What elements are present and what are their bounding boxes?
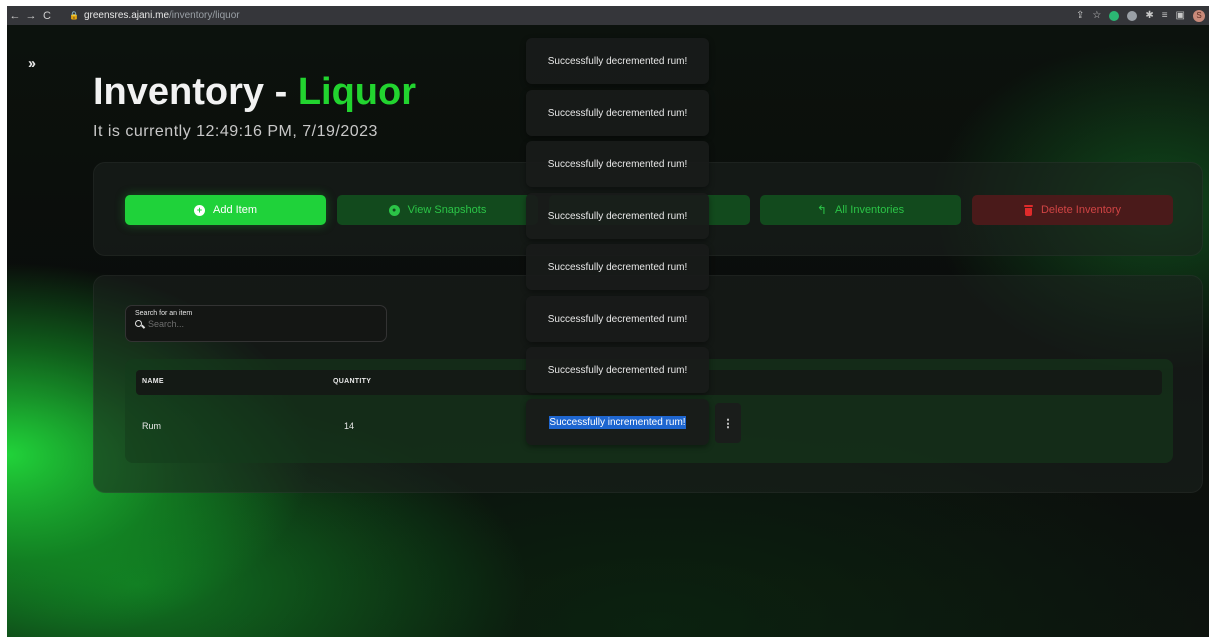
column-header-quantity[interactable]: QUANTITY: [333, 378, 371, 385]
extension-icon[interactable]: [1127, 10, 1138, 21]
add-item-button[interactable]: + Add Item: [125, 195, 326, 225]
plus-circle-icon: +: [193, 204, 205, 216]
forward-icon[interactable]: →: [23, 6, 39, 25]
puzzle-icon[interactable]: ✱: [1145, 10, 1153, 21]
side-panel-icon[interactable]: ▣: [1176, 10, 1185, 21]
back-icon[interactable]: ←: [7, 6, 23, 25]
search-input[interactable]: [148, 319, 368, 329]
share-icon[interactable]: ⇪: [1076, 10, 1084, 21]
toast-notification[interactable]: Successfully decremented rum!: [526, 193, 709, 239]
lock-icon: 🔒: [69, 11, 79, 20]
page-title: Inventory - Liquor: [93, 71, 417, 113]
row-options-icon[interactable]: ⋮: [715, 403, 741, 443]
toast-notification[interactable]: Successfully decremented rum!: [526, 244, 709, 290]
extensions-area: ⇪ ☆ ✱ ≡ ▣ S: [1076, 6, 1205, 25]
toast-notification[interactable]: Successfully decremented rum!: [526, 347, 709, 393]
toast-notification[interactable]: Successfully decremented rum!: [526, 90, 709, 136]
undo-arrow-icon: ↰: [816, 203, 827, 217]
inventory-name: Liquor: [297, 71, 417, 113]
reading-list-icon[interactable]: ≡: [1162, 10, 1168, 21]
browser-window: ← → C 🔒 greensres.ajani.me/inventory/liq…: [7, 6, 1209, 637]
page-viewport: ›› Inventory - Liquor It is currently 12…: [7, 25, 1209, 637]
search-label: Search for an item: [135, 310, 193, 317]
delete-inventory-button[interactable]: Delete Inventory: [972, 195, 1173, 225]
trash-icon: [1023, 204, 1033, 216]
address-bar[interactable]: 🔒 greensres.ajani.me/inventory/liquor: [69, 6, 240, 25]
reload-icon[interactable]: C: [39, 6, 55, 25]
search-field[interactable]: Search for an item: [125, 305, 387, 342]
url-path: /inventory/liquor: [169, 10, 240, 21]
all-inventories-button[interactable]: ↰ All Inventories: [760, 195, 961, 225]
extension-icon[interactable]: [1109, 10, 1120, 21]
eye-icon: ●: [388, 204, 400, 216]
item-name-cell: Rum: [142, 421, 162, 431]
search-icon: [135, 319, 144, 329]
toast-notification[interactable]: Successfully decremented rum!: [526, 38, 709, 84]
view-snapshots-button[interactable]: ● View Snapshots: [337, 195, 538, 225]
browser-toolbar: ← → C 🔒 greensres.ajani.me/inventory/liq…: [7, 6, 1209, 25]
url-host: greensres.ajani.me: [83, 10, 170, 21]
toast-notification-selected[interactable]: Successfully incremented rum!: [526, 399, 709, 445]
toast-notification[interactable]: Successfully decremented rum!: [526, 296, 709, 342]
profile-avatar[interactable]: S: [1193, 9, 1205, 22]
item-quantity-cell: 14: [344, 421, 355, 431]
expand-sidebar-icon[interactable]: ››: [28, 55, 36, 72]
bookmark-star-icon[interactable]: ☆: [1092, 10, 1101, 21]
current-time: It is currently 12:49:16 PM, 7/19/2023: [93, 123, 378, 140]
toast-notification[interactable]: Successfully decremented rum!: [526, 141, 709, 187]
column-header-name[interactable]: NAME: [142, 378, 164, 385]
